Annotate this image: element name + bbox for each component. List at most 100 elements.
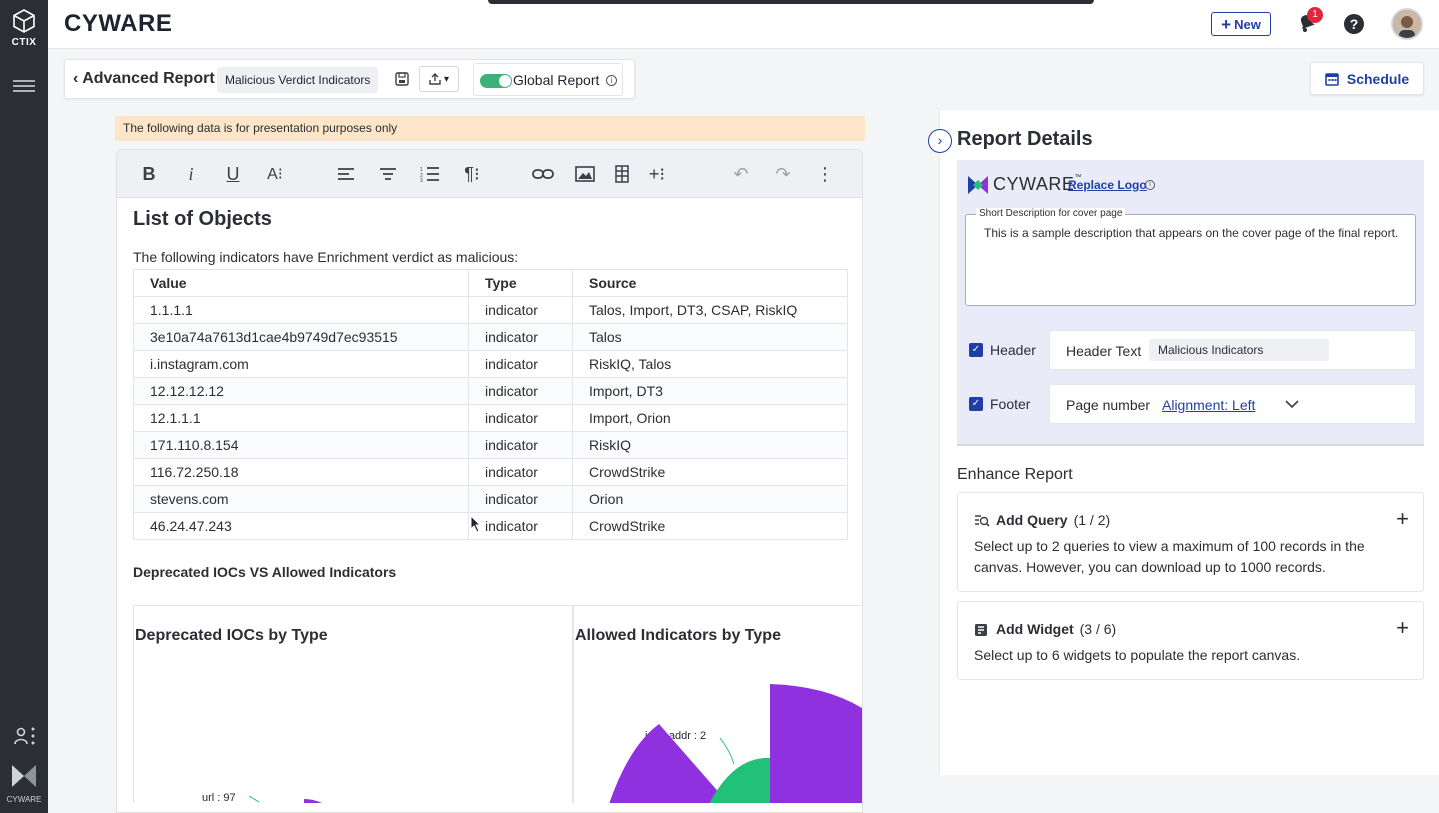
top-bar: CYWARE + New 1 ? (48, 0, 1439, 49)
add-query-card: Add Query (1 / 2) + Select up to 2 querie… (957, 492, 1424, 592)
ctix-label: CTIX (11, 37, 37, 48)
table-cell: CrowdStrike (572, 512, 848, 540)
pie-slice (770, 684, 862, 803)
more-options-icon[interactable]: ⋮ (813, 162, 837, 186)
editor-content[interactable]: List of Objects The following indicators… (117, 198, 862, 812)
query-search-icon (975, 515, 990, 527)
add-widget-title: Add Widget (3 / 6) (996, 621, 1117, 637)
users-settings-icon[interactable] (14, 726, 38, 746)
svg-text:3: 3 (420, 178, 423, 182)
table-row: 12.12.12.12 indicator Import, DT3 (133, 377, 848, 405)
table-cell: 1.1.1.1 (133, 296, 469, 324)
collapse-panel-chevron-icon[interactable]: › (928, 129, 952, 153)
short-description-value: This is a sample description that appear… (984, 226, 1399, 240)
cyware-footer-label: CYWARE (6, 795, 42, 804)
cyware-logo-icon (968, 175, 988, 194)
add-query-description: Select up to 2 queries to view a maximum… (974, 538, 1365, 575)
alignment-dropdown[interactable]: Alignment: Left (1162, 397, 1255, 413)
table-cell: i.instagram.com (133, 350, 469, 378)
hamburger-menu-icon[interactable] (13, 80, 35, 94)
footer-checkbox[interactable]: ✓ (969, 397, 983, 411)
redo-icon[interactable]: ↷ (771, 162, 795, 186)
cyware-logo-icon (12, 765, 36, 787)
short-description-label: Short Description for cover page (976, 208, 1126, 219)
align-center-icon[interactable] (376, 162, 400, 186)
global-report-toggle[interactable] (480, 74, 512, 88)
new-button[interactable]: + New (1211, 12, 1271, 36)
enhance-report-heading: Enhance Report (957, 466, 1073, 483)
column-header: Value (133, 269, 469, 297)
table-cell: indicator (468, 512, 573, 540)
table-cell: 12.12.12.12 (133, 377, 469, 405)
add-widget-card: Add Widget (3 / 6) + Select up to 6 widge… (957, 601, 1424, 680)
table-cell: CrowdStrike (572, 458, 848, 486)
header-text-input[interactable]: Malicious Indicators (1149, 339, 1329, 361)
presentation-notice: The following data is for presentation p… (115, 116, 865, 141)
font-size-icon[interactable]: A⁝ (263, 162, 287, 186)
report-type-title: Advanced Report (82, 70, 215, 87)
undo-icon[interactable]: ↶ (729, 162, 753, 186)
schedule-button[interactable]: Schedule (1310, 62, 1424, 95)
column-header: Type (468, 269, 573, 297)
table-cell: indicator (468, 485, 573, 513)
top-notch-bar (488, 0, 1094, 4)
intro-text: The following indicators have Enrichment… (133, 249, 519, 265)
cover-logo: CYWARE™ (967, 174, 1082, 195)
bold-icon[interactable]: B (137, 162, 161, 186)
pie-leader-line (248, 795, 260, 803)
table-icon[interactable] (610, 162, 634, 186)
table-cell: 46.24.47.243 (133, 512, 469, 540)
table-row: stevens.com indicator Orion (133, 485, 848, 513)
help-icon[interactable]: ? (1344, 14, 1364, 34)
ctix-app-switch[interactable]: CTIX (0, 8, 48, 48)
italic-icon[interactable]: i (179, 162, 203, 186)
header-checkbox[interactable]: ✓ (969, 343, 983, 357)
table-cell: stevens.com (133, 485, 469, 513)
table-row: i.instagram.com indicator RiskIQ, Talos (133, 350, 848, 378)
user-avatar[interactable] (1391, 8, 1423, 40)
header-label: Header (990, 342, 1036, 358)
brand-logo-text: CYWARE (64, 10, 173, 37)
notification-count-badge: 1 (1307, 7, 1323, 23)
add-query-title: Add Query (1 / 2) (996, 512, 1111, 528)
report-name-chip[interactable]: Malicious Verdict Indicators (217, 67, 379, 93)
table-cell: Talos, Import, DT3, CSAP, RiskIQ (572, 296, 848, 324)
export-dropdown-button[interactable]: ▾ (419, 66, 459, 92)
notifications-button[interactable]: 1 (1296, 7, 1323, 36)
save-icon[interactable] (395, 72, 409, 86)
panel-title: Report Details (957, 128, 1093, 150)
add-widget-description: Select up to 6 widgets to populate the r… (974, 647, 1301, 663)
header-text-box: Header Text Malicious Indicators (1049, 330, 1416, 370)
short-description-textarea[interactable]: Short Description for cover page This is… (965, 208, 1416, 306)
image-icon[interactable] (573, 162, 597, 186)
back-to-advanced-report[interactable]: ‹ Advanced Report (73, 70, 215, 88)
info-icon[interactable]: i (606, 75, 617, 86)
list-heading: List of Objects (133, 208, 272, 230)
cyware-footer-logo: CYWARE (0, 764, 48, 804)
table-cell: indicator (468, 431, 573, 459)
table-cell: indicator (468, 377, 573, 405)
chevron-down-icon[interactable] (1284, 396, 1300, 412)
table-header-row: Value Type Source (133, 269, 848, 297)
link-icon[interactable] (531, 162, 555, 186)
add-query-plus-icon[interactable]: + (1396, 506, 1409, 532)
ordered-list-icon[interactable]: 123 (418, 162, 442, 186)
calendar-icon (1325, 72, 1339, 86)
align-left-icon[interactable] (334, 162, 358, 186)
pie-slice (304, 799, 322, 803)
paragraph-icon[interactable]: ¶⁝ (460, 162, 484, 186)
new-button-label: New (1234, 16, 1261, 32)
table-cell: Orion (572, 485, 848, 513)
replace-logo-link[interactable]: Replace Logo (1068, 178, 1147, 192)
insert-more-icon[interactable]: +⁝ (645, 162, 669, 186)
underline-icon[interactable]: U (221, 162, 245, 186)
global-report-label: Global Report (513, 72, 600, 88)
table-cell: RiskIQ (572, 431, 848, 459)
table-cell: Talos (572, 323, 848, 351)
allowed-indicators-chart: Allowed Indicators by Type ipv4-addr : 2 (573, 605, 862, 803)
report-details-panel: › Report Details CYWARE™ Replace Logo i … (928, 111, 1439, 775)
table-cell: indicator (468, 350, 573, 378)
info-icon[interactable]: i (1145, 180, 1155, 190)
add-widget-plus-icon[interactable]: + (1396, 615, 1409, 641)
pie-slice (609, 724, 729, 803)
